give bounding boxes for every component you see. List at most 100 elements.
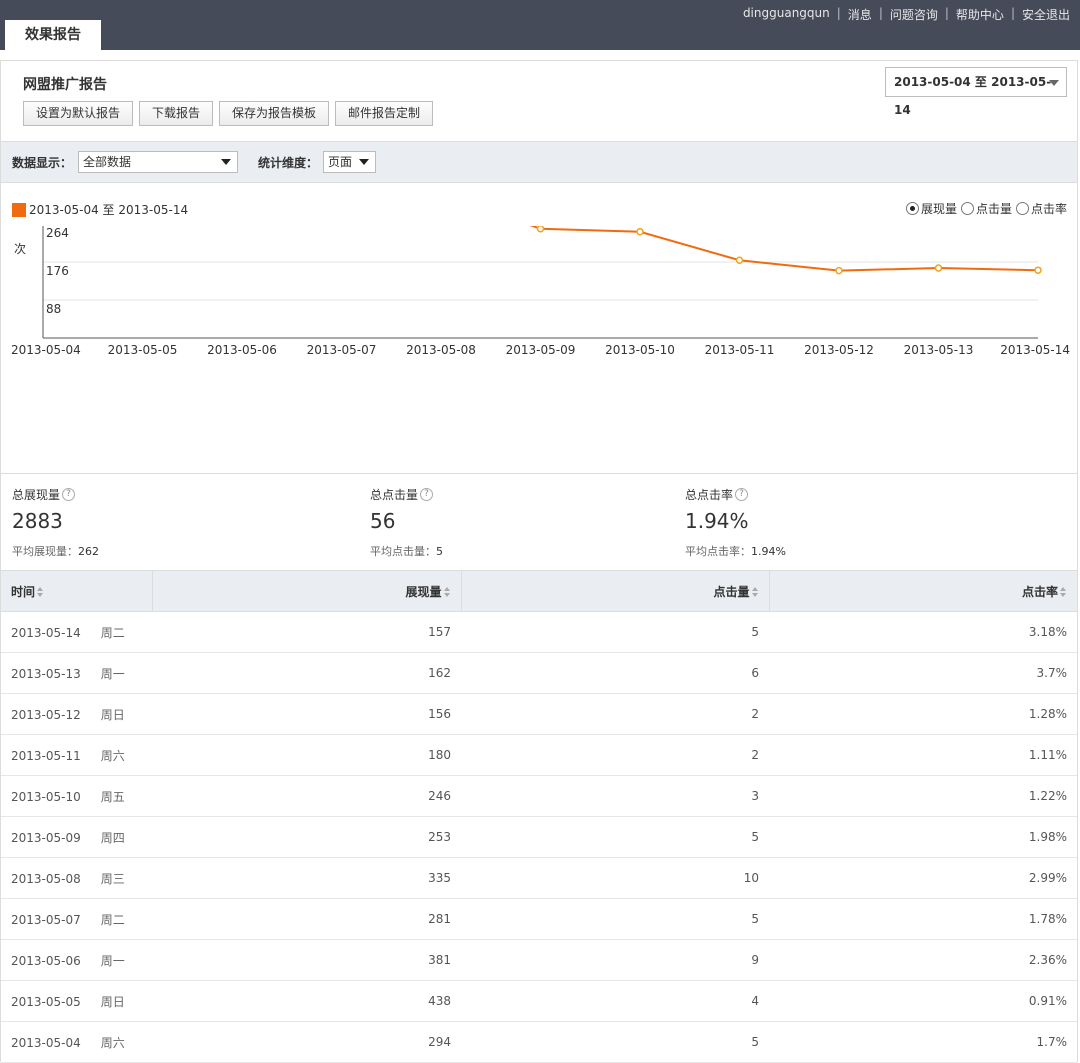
cell-weekday: 周日 bbox=[100, 994, 125, 1009]
table-header-row: 时间 展现量 点击量 点击率 bbox=[1, 570, 1077, 612]
set-default-report-button[interactable]: 设置为默认报告 bbox=[23, 101, 134, 126]
page-title: 网盟推广报告 bbox=[23, 77, 107, 93]
cell-impressions: 335 bbox=[152, 857, 461, 899]
radio-ctr[interactable]: 点击率 bbox=[1015, 200, 1067, 217]
y-tick-label: 176 bbox=[46, 264, 69, 278]
stat-value: 56 bbox=[370, 509, 396, 533]
column-header-time[interactable]: 时间 bbox=[1, 570, 152, 612]
x-tick-label: 2013-05-06 bbox=[207, 343, 277, 357]
dimension-select[interactable]: 页面 bbox=[323, 151, 376, 173]
data-display-select[interactable]: 全部数据 bbox=[78, 151, 238, 173]
cell-time: 2013-05-11 周六 bbox=[1, 734, 152, 776]
cell-clicks: 2 bbox=[461, 693, 769, 735]
cell-clicks: 10 bbox=[461, 857, 769, 899]
date-range-value: 2013-05-04 至 2013-05-14 bbox=[894, 75, 1052, 117]
cell-impressions: 253 bbox=[152, 816, 461, 858]
legend-swatch bbox=[12, 202, 26, 217]
stat-value: 1.94% bbox=[685, 509, 749, 533]
filter-bar: 数据显示： 全部数据 统计维度： 页面 bbox=[1, 141, 1077, 183]
stat-clicks: 总点击量? 56 平均点击量：5 bbox=[370, 486, 443, 559]
cell-ctr: 1.22% bbox=[769, 775, 1077, 817]
help-icon[interactable]: ? bbox=[735, 488, 749, 501]
cell-clicks: 2 bbox=[461, 734, 769, 776]
cell-time: 2013-05-09 周四 bbox=[1, 816, 152, 858]
cell-date: 2013-05-12 bbox=[11, 707, 81, 722]
y-axis-unit-label: 次 bbox=[14, 242, 26, 256]
nav-separator: | bbox=[944, 6, 949, 20]
chart-legend: 2013-05-04 至 2013-05-14 bbox=[12, 201, 188, 218]
nav-messages[interactable]: 消息 bbox=[848, 6, 872, 23]
radio-impressions-label: 展现量 bbox=[920, 202, 957, 216]
cell-impressions: 157 bbox=[152, 611, 461, 653]
x-tick-label: 2013-05-08 bbox=[406, 343, 476, 357]
cell-ctr: 3.18% bbox=[769, 611, 1077, 653]
tab-effect-report[interactable]: 效果报告 bbox=[5, 20, 101, 50]
radio-impressions[interactable]: 展现量 bbox=[905, 200, 957, 217]
cell-weekday: 周六 bbox=[100, 1035, 125, 1050]
data-display-value: 全部数据 bbox=[83, 155, 132, 169]
table-row: 2013-05-05 周日 438 4 0.91% bbox=[1, 980, 1077, 1022]
cell-ctr: 2.99% bbox=[769, 857, 1077, 899]
nav-consult[interactable]: 问题咨询 bbox=[890, 6, 938, 23]
nav-logout[interactable]: 安全退出 bbox=[1022, 6, 1070, 23]
report-panel: 网盟推广报告 设置为默认报告 下载报告 保存为报告模板 邮件报告定制 2013-… bbox=[0, 60, 1078, 1063]
radio-clicks-label: 点击量 bbox=[975, 202, 1012, 216]
summary-stats: 总展现量? 2883 平均展现量：262 总点击量? 56 平均点击量：5 总点… bbox=[1, 473, 1077, 570]
help-icon[interactable]: ? bbox=[62, 488, 76, 501]
report-table: 时间 展现量 点击量 点击率 2013-05-14 周二 157 5 3.18% 2013… bbox=[1, 570, 1077, 1063]
save-template-button[interactable]: 保存为报告模板 bbox=[219, 101, 330, 126]
cell-time: 2013-05-04 周六 bbox=[1, 1021, 152, 1063]
cell-date: 2013-05-09 bbox=[11, 830, 81, 845]
data-point bbox=[636, 228, 644, 236]
cell-impressions: 246 bbox=[152, 775, 461, 817]
x-tick-label: 2013-05-13 bbox=[904, 343, 974, 357]
nav-separator: | bbox=[836, 6, 841, 20]
cell-weekday: 周五 bbox=[100, 789, 125, 804]
cell-weekday: 周四 bbox=[100, 830, 125, 845]
cell-clicks: 4 bbox=[461, 980, 769, 1022]
stat-ctr: 总点击率? 1.94% 平均点击率：1.94% bbox=[685, 486, 786, 559]
cell-impressions: 438 bbox=[152, 980, 461, 1022]
cell-clicks: 6 bbox=[461, 652, 769, 694]
download-report-button[interactable]: 下载报告 bbox=[139, 101, 214, 126]
cell-weekday: 周二 bbox=[100, 625, 125, 640]
stat-avg-label: 平均点击量： bbox=[370, 545, 436, 558]
nav-help[interactable]: 帮助中心 bbox=[956, 6, 1004, 23]
cell-clicks: 5 bbox=[461, 898, 769, 940]
table-row: 2013-05-10 周五 246 3 1.22% bbox=[1, 775, 1077, 817]
cell-date: 2013-05-04 bbox=[11, 1035, 81, 1050]
sort-icon bbox=[443, 587, 451, 597]
date-range-picker[interactable]: 2013-05-04 至 2013-05-14 bbox=[885, 67, 1067, 117]
cell-ctr: 1.98% bbox=[769, 816, 1077, 858]
cell-impressions: 381 bbox=[152, 939, 461, 981]
column-header-clicks[interactable]: 点击量 bbox=[460, 570, 769, 612]
stat-avg-value: 1.94% bbox=[751, 545, 786, 558]
help-icon[interactable]: ? bbox=[420, 488, 434, 501]
nav-separator: | bbox=[1010, 6, 1015, 20]
data-point bbox=[536, 226, 545, 233]
chevron-down-icon bbox=[221, 159, 231, 165]
dimension-label: 统计维度： bbox=[258, 156, 319, 170]
email-report-button[interactable]: 邮件报告定制 bbox=[335, 101, 434, 126]
cell-date: 2013-05-05 bbox=[11, 994, 81, 1009]
radio-clicks[interactable]: 点击量 bbox=[960, 200, 1012, 217]
series-line bbox=[529, 226, 1039, 272]
radio-ctr-label: 点击率 bbox=[1030, 202, 1067, 216]
cell-ctr: 0.91% bbox=[769, 980, 1077, 1022]
data-point bbox=[735, 256, 744, 265]
column-header-ctr[interactable]: 点击率 bbox=[768, 570, 1077, 612]
stat-avg-label: 平均点击率： bbox=[685, 545, 751, 558]
sort-icon bbox=[1060, 587, 1067, 597]
column-header-impressions[interactable]: 展现量 bbox=[151, 570, 461, 612]
nav-username[interactable]: dingguangqun bbox=[743, 6, 830, 23]
stat-avg-value: 262 bbox=[78, 545, 99, 558]
report-toolbar: 设置为默认报告 下载报告 保存为报告模板 邮件报告定制 bbox=[23, 101, 434, 126]
cell-date: 2013-05-10 bbox=[11, 789, 81, 804]
chevron-down-icon bbox=[359, 159, 369, 165]
stat-value: 2883 bbox=[12, 509, 63, 533]
cell-ctr: 2.36% bbox=[769, 939, 1077, 981]
y-tick-label: 88 bbox=[46, 302, 61, 316]
x-tick-label: 2013-05-14 bbox=[1000, 343, 1070, 357]
cell-date: 2013-05-07 bbox=[11, 912, 81, 927]
table-row: 2013-05-07 周二 281 5 1.78% bbox=[1, 898, 1077, 940]
